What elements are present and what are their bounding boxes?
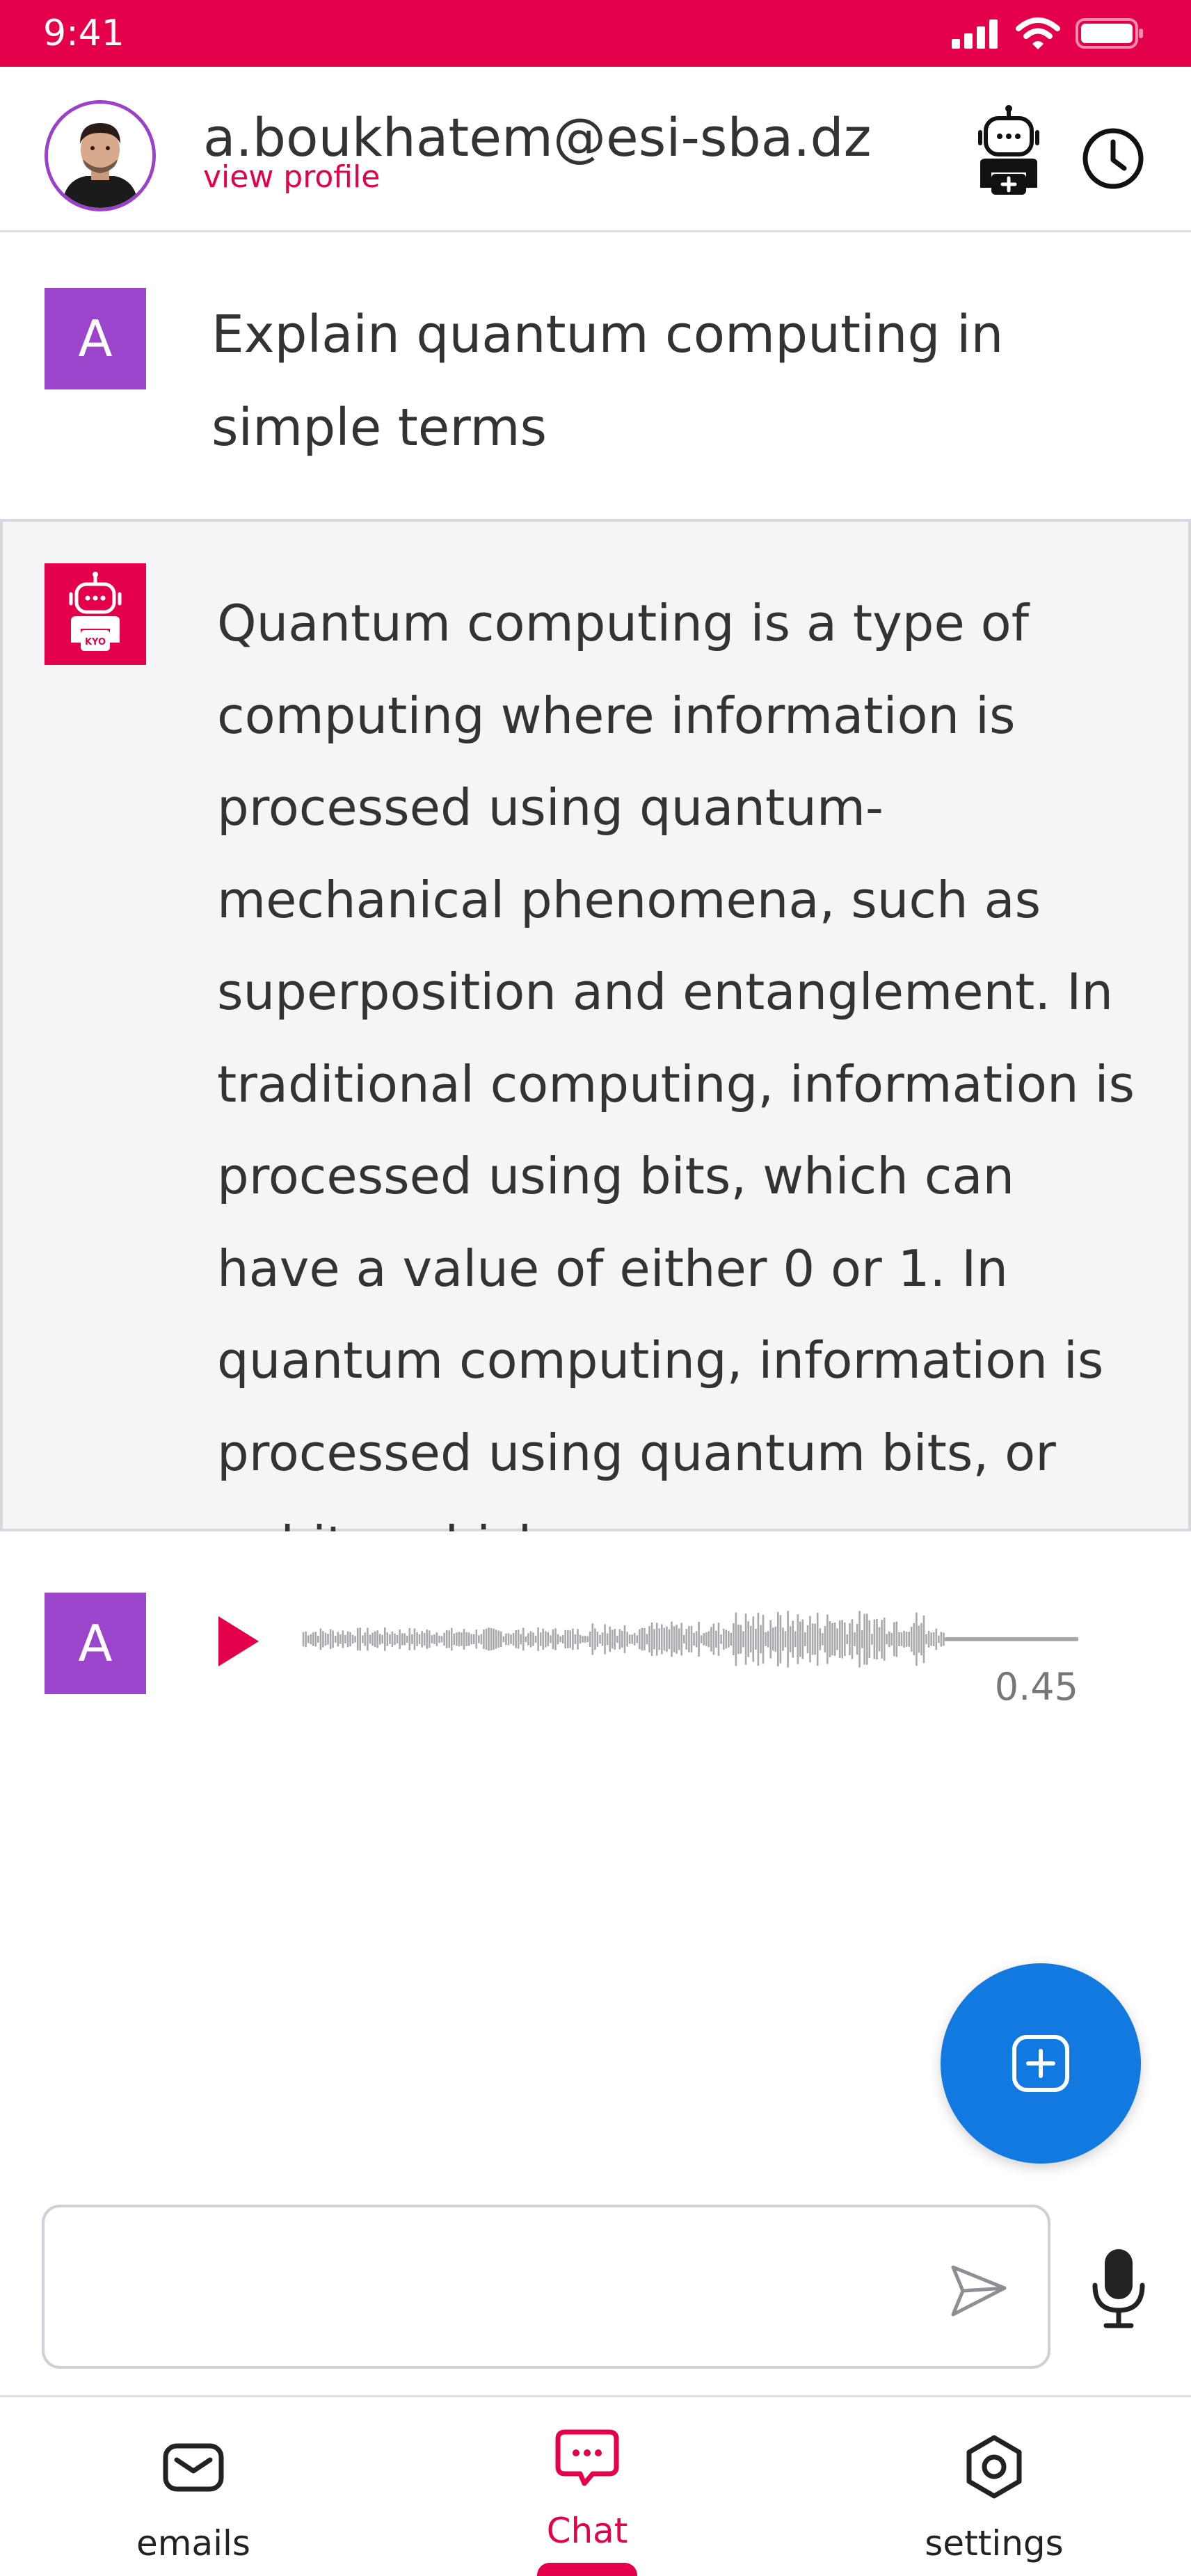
bot-message-text: Quantum computing is a type of computing… [217, 594, 1135, 1574]
nav-emails-label: emails [136, 2523, 250, 2563]
audio-message: A 0.45 [0, 1531, 1191, 1726]
audio-duration: 0.45 [994, 1665, 1078, 1709]
add-square-icon [1012, 2035, 1069, 2092]
nav-chat-label: Chat [546, 2511, 628, 2551]
status-icons [950, 17, 1145, 50]
history-icon [1082, 128, 1144, 189]
battery-icon [1076, 18, 1143, 49]
send-icon [951, 2265, 1007, 2317]
microphone-icon [1092, 2249, 1145, 2328]
new-bot-chat-icon [978, 105, 1039, 195]
bottom-nav: emails Chat settings [0, 2395, 1191, 2576]
mail-icon [163, 2443, 224, 2492]
view-profile-link[interactable]: view profile [203, 159, 380, 195]
chat-input[interactable] [65, 2228, 935, 2346]
chat-icon [555, 2429, 619, 2486]
send-button[interactable] [946, 2257, 1010, 2321]
signal-icon [952, 19, 998, 49]
history-button[interactable] [1078, 124, 1148, 193]
user-avatar: A [45, 288, 146, 389]
play-button[interactable] [214, 1613, 263, 1669]
robot-icon: KYO [69, 572, 122, 651]
new-bot-chat-button[interactable] [970, 104, 1047, 195]
avatar[interactable] [45, 100, 156, 211]
status-bar: 9:41 [0, 0, 1191, 67]
nav-settings-label: settings [925, 2523, 1064, 2563]
wifi-icon [1016, 17, 1060, 49]
settings-icon [966, 2435, 1022, 2499]
mic-button[interactable] [1091, 2246, 1146, 2330]
bot-message: KYO Quantum computing is a type of compu… [0, 522, 1191, 1574]
nav-chat[interactable]: Chat [448, 2397, 726, 2576]
composer [0, 2177, 1191, 2385]
nav-settings[interactable]: settings [855, 2397, 1133, 2576]
active-tab-indicator [537, 2563, 637, 2576]
user-message: A Explain quantum computing in simple te… [0, 232, 1191, 522]
new-chat-fab[interactable] [941, 1963, 1141, 2164]
profile-header: a.boukhatem@esi-sba.dz view profile [0, 67, 1191, 232]
bot-avatar: KYO [45, 563, 146, 665]
chat-input-box [42, 2205, 1050, 2369]
nav-emails[interactable]: emails [54, 2397, 333, 2576]
user-message-text: Explain quantum computing in simple term… [211, 305, 1004, 458]
play-icon [218, 1616, 259, 1666]
user-avatar: A [45, 1593, 146, 1694]
bot-avatar-label: KYO [85, 637, 106, 647]
status-time: 9:41 [43, 13, 125, 54]
